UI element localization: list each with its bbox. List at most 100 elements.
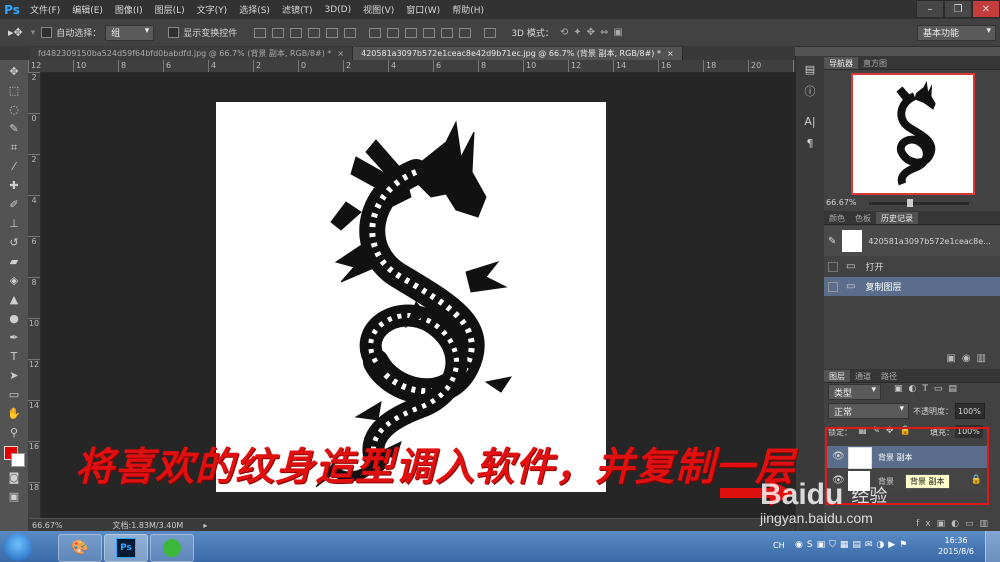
input-language[interactable]: CH — [773, 541, 785, 550]
history-item[interactable]: ▭ 打开 — [824, 257, 1000, 276]
kind-filter-label: 类型 — [834, 388, 853, 399]
document-image[interactable] — [216, 102, 606, 492]
menu-view[interactable]: 视图(V) — [357, 3, 400, 16]
eyedropper-tool-icon[interactable]: ⁄ — [0, 157, 28, 176]
history-item-selected[interactable]: ▭ 复制图层 — [824, 277, 1000, 296]
menu-select[interactable]: 选择(S) — [233, 3, 276, 16]
taskbar-paint-icon[interactable]: 🎨 — [58, 534, 102, 562]
history-footer-icons[interactable]: ▣◉▥ — [946, 353, 992, 364]
menu-3d[interactable]: 3D(D) — [318, 5, 357, 15]
menu-help[interactable]: 帮助(H) — [446, 3, 490, 16]
blend-mode-dropdown[interactable]: 正常 — [828, 403, 909, 419]
tab-document-1[interactable]: fd482309150ba524d59f64bfd0babdfd.jpg @ 6… — [30, 47, 354, 60]
distribute-vcenter-icon[interactable] — [387, 27, 400, 38]
layer-kind-filter[interactable]: 类型 — [828, 384, 881, 400]
tab-layers[interactable]: 图层 — [824, 370, 850, 382]
history-snapshot[interactable]: ✎ 420581a3097b572e1ceac8e... — [824, 226, 1000, 256]
paragraph-panel-icon[interactable]: ¶ — [799, 134, 821, 152]
menu-file[interactable]: 文件(F) — [24, 3, 66, 16]
move-tool-icon[interactable]: ▸✥ — [8, 26, 23, 39]
tab-channels[interactable]: 通道 — [850, 370, 876, 382]
tab-histogram[interactable]: 直方图 — [858, 57, 892, 69]
auto-align-icon[interactable] — [484, 27, 497, 38]
blur-tool-icon[interactable]: ▲ — [0, 290, 28, 309]
tab-document-1-label: fd482309150ba524d59f64bfd0babdfd.jpg @ 6… — [38, 49, 332, 58]
distribute-bottom-icon[interactable] — [405, 27, 418, 38]
align-hcenter-icon[interactable] — [326, 27, 339, 38]
minimize-icon[interactable]: – — [916, 0, 944, 18]
navigator-zoom[interactable]: 66.67% — [826, 198, 857, 207]
menu-layer[interactable]: 图层(L) — [149, 3, 191, 16]
close-tab-icon[interactable]: × — [667, 49, 674, 58]
brush-tool-icon[interactable]: ✐ — [0, 195, 28, 214]
distribute-right-icon[interactable] — [459, 27, 472, 38]
show-desktop-button[interactable] — [985, 531, 1000, 562]
character-panel-icon[interactable]: A| — [799, 112, 821, 130]
color-swatches[interactable] — [0, 442, 28, 468]
start-button-icon[interactable] — [4, 533, 32, 561]
layers-footer-icons[interactable]: fx▣◐▭▥ — [916, 519, 994, 529]
zoom-level[interactable]: 66.67% — [32, 521, 63, 530]
screen-mode-icon[interactable]: ▣ — [0, 487, 28, 506]
close-icon[interactable]: ✕ — [972, 0, 1000, 18]
zoom-tool-icon[interactable]: ⚲ — [0, 423, 28, 442]
type-tool-icon[interactable]: T — [0, 347, 28, 366]
show-transform-checkbox[interactable] — [168, 27, 180, 38]
history-brush-tool-icon[interactable]: ↺ — [0, 233, 28, 252]
align-right-icon[interactable] — [344, 27, 357, 38]
quick-select-tool-icon[interactable]: ✎ — [0, 119, 28, 138]
close-tab-icon[interactable]: × — [337, 49, 344, 58]
background-color-swatch[interactable] — [11, 453, 25, 467]
workspace-dropdown[interactable]: 基本功能 — [917, 24, 996, 41]
menu-type[interactable]: 文字(Y) — [191, 3, 234, 16]
status-menu-icon[interactable]: ▸ — [203, 521, 207, 530]
restore-icon[interactable]: ❐ — [944, 0, 972, 18]
tab-navigator[interactable]: 导航器 — [824, 57, 858, 69]
distribute-hcenter-icon[interactable] — [441, 27, 454, 38]
menu-edit[interactable]: 编辑(E) — [66, 3, 109, 16]
history-panel-icon[interactable]: ▤ — [799, 60, 821, 78]
tray-icons[interactable]: ◉S▣⛉▦▤✉◑▶⚑ — [795, 540, 911, 550]
hand-tool-icon[interactable]: ✋ — [0, 404, 28, 423]
move-tool-icon[interactable]: ✥ — [0, 62, 28, 81]
3d-tool-icons[interactable]: ⟲✦✥⇔▣ — [560, 27, 628, 38]
properties-panel-icon[interactable]: ⓘ — [799, 82, 821, 100]
quick-mask-icon[interactable]: ◙ — [0, 468, 28, 487]
healing-brush-tool-icon[interactable]: ✚ — [0, 176, 28, 195]
crop-tool-icon[interactable]: ⌗ — [0, 138, 28, 157]
taskbar-photoshop-icon[interactable]: Ps — [104, 534, 148, 562]
tab-document-2[interactable]: 420581a3097b572e1ceac8e42d9b71ec.jpg @ 6… — [353, 47, 683, 60]
navigator-preview[interactable] — [851, 73, 975, 195]
tab-paths[interactable]: 路径 — [876, 370, 902, 382]
ruler-tick: 2 — [28, 154, 40, 195]
auto-select-checkbox[interactable] — [41, 27, 53, 38]
path-select-tool-icon[interactable]: ➤ — [0, 366, 28, 385]
lasso-tool-icon[interactable]: ◌ — [0, 100, 28, 119]
menu-window[interactable]: 窗口(W) — [400, 3, 446, 16]
paint-bucket-tool-icon[interactable]: ◈ — [0, 271, 28, 290]
clone-stamp-tool-icon[interactable]: ⊥ — [0, 214, 28, 233]
menu-image[interactable]: 图像(I) — [109, 3, 149, 16]
dodge-tool-icon[interactable]: ● — [0, 309, 28, 328]
navigator-zoom-slider[interactable] — [869, 199, 969, 207]
tray-clock[interactable]: 16:36 2015/8/6 — [938, 535, 974, 557]
tab-color[interactable]: 颜色 — [824, 212, 850, 224]
eraser-tool-icon[interactable]: ▰ — [0, 252, 28, 271]
pen-tool-icon[interactable]: ✒ — [0, 328, 28, 347]
layer-filter-icons[interactable]: ▣◐T▭▤ — [894, 384, 963, 394]
shape-tool-icon[interactable]: ▭ — [0, 385, 28, 404]
taskbar-browser-icon[interactable] — [150, 534, 194, 562]
auto-select-dropdown[interactable]: 组 — [105, 24, 155, 41]
ruler-tick: 18 — [28, 482, 40, 518]
marquee-tool-icon[interactable]: ⬚ — [0, 81, 28, 100]
menu-filter[interactable]: 滤镜(T) — [276, 3, 319, 16]
tab-history[interactable]: 历史记录 — [876, 212, 918, 224]
align-top-icon[interactable] — [254, 27, 267, 38]
opacity-input[interactable]: 100% — [955, 403, 985, 419]
distribute-top-icon[interactable] — [369, 27, 382, 38]
align-bottom-icon[interactable] — [290, 27, 303, 38]
tab-swatches[interactable]: 色板 — [850, 212, 876, 224]
distribute-left-icon[interactable] — [423, 27, 436, 38]
align-left-icon[interactable] — [308, 27, 321, 38]
align-vcenter-icon[interactable] — [272, 27, 285, 38]
